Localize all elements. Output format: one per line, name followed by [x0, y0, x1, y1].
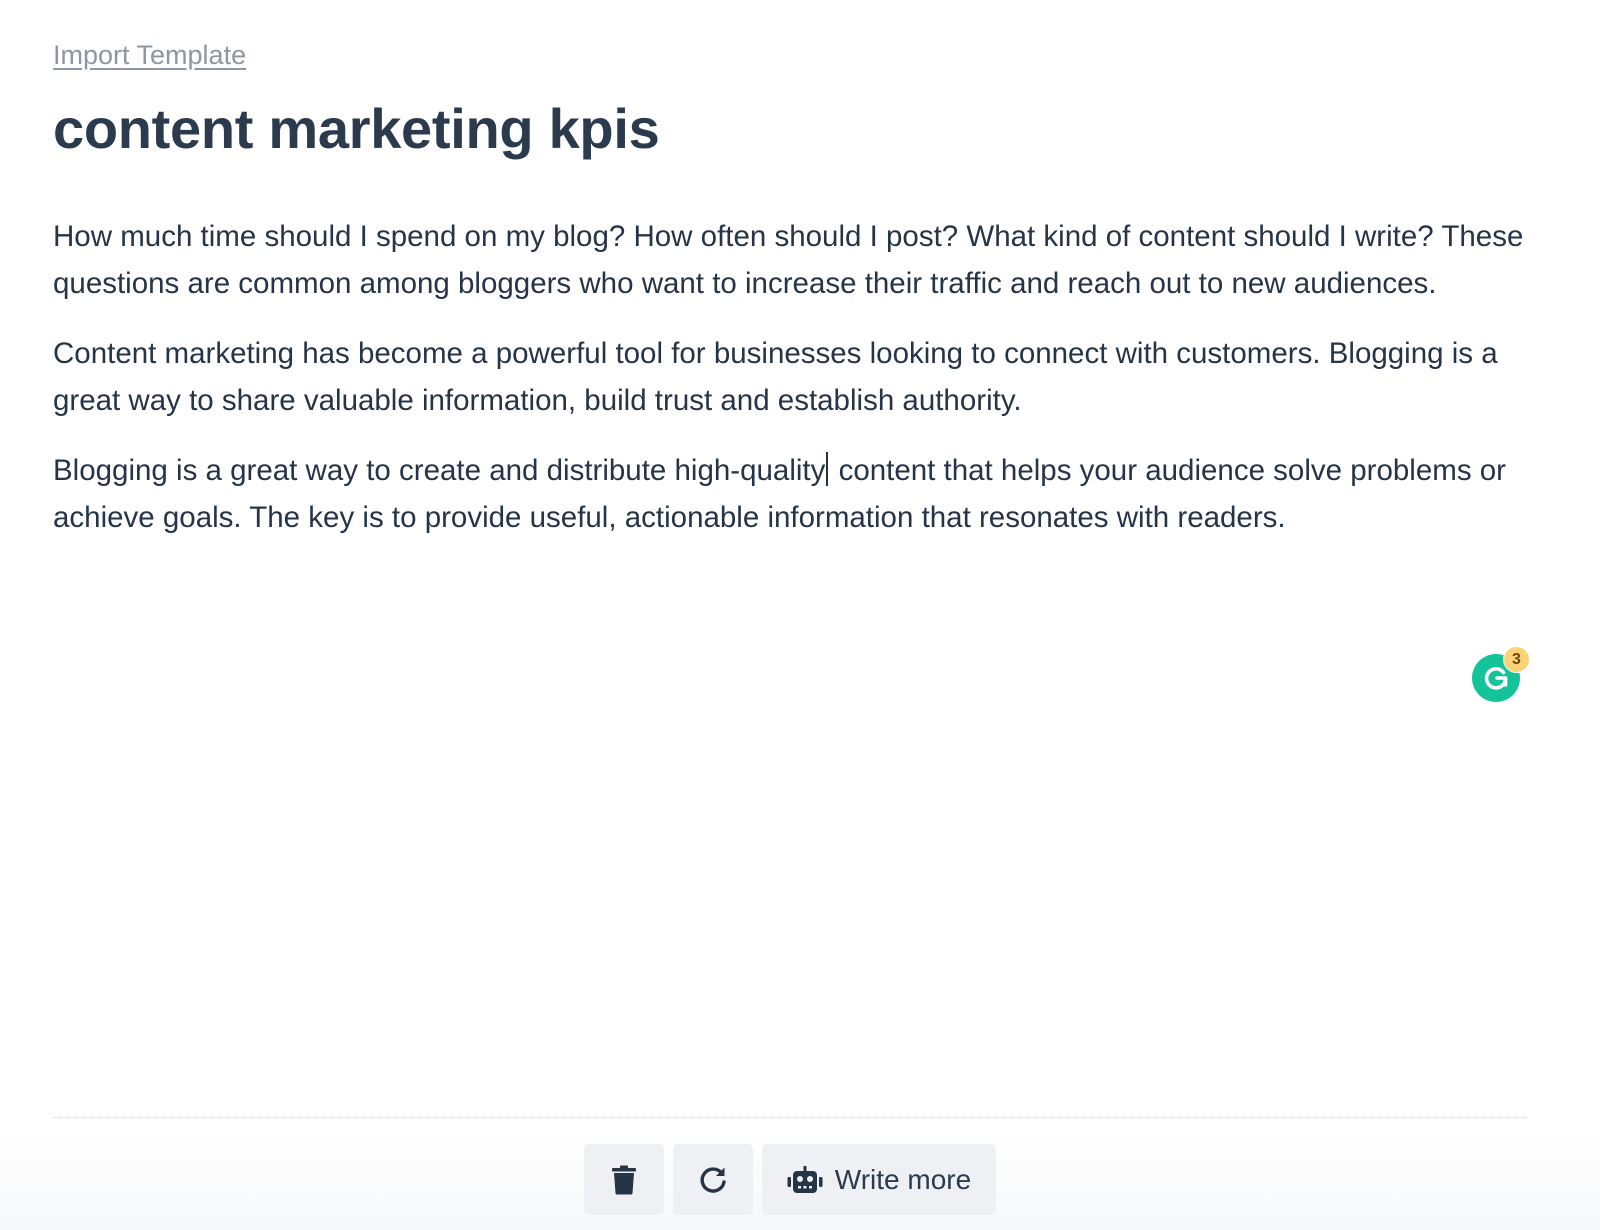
divider	[53, 1117, 1528, 1118]
text-editor[interactable]: How much time should I spend on my blog?…	[53, 213, 1543, 564]
import-template-link[interactable]: Import Template	[53, 40, 246, 71]
write-more-label: Write more	[834, 1163, 972, 1195]
regenerate-button[interactable]	[673, 1144, 753, 1215]
bottom-toolbar: Write more	[584, 1144, 996, 1215]
paragraph-2[interactable]: Content marketing has become a powerful …	[53, 330, 1543, 424]
editor-page: Import Template content marketing kpis H…	[0, 0, 1600, 1230]
robot-icon	[787, 1165, 823, 1193]
write-more-button[interactable]: Write more	[762, 1144, 996, 1215]
delete-button[interactable]	[584, 1144, 664, 1215]
grammarly-badge: 3	[1503, 646, 1530, 673]
text-caret	[826, 452, 829, 486]
paragraph-3-text-before-caret: Blogging is a great way to create and di…	[53, 454, 826, 487]
paragraph-1[interactable]: How much time should I spend on my blog?…	[53, 213, 1543, 307]
paragraph-3[interactable]: Blogging is a great way to create and di…	[53, 447, 1543, 541]
document-title[interactable]: content marketing kpis	[53, 96, 660, 161]
trash-icon	[612, 1165, 636, 1194]
redo-icon	[700, 1166, 726, 1193]
